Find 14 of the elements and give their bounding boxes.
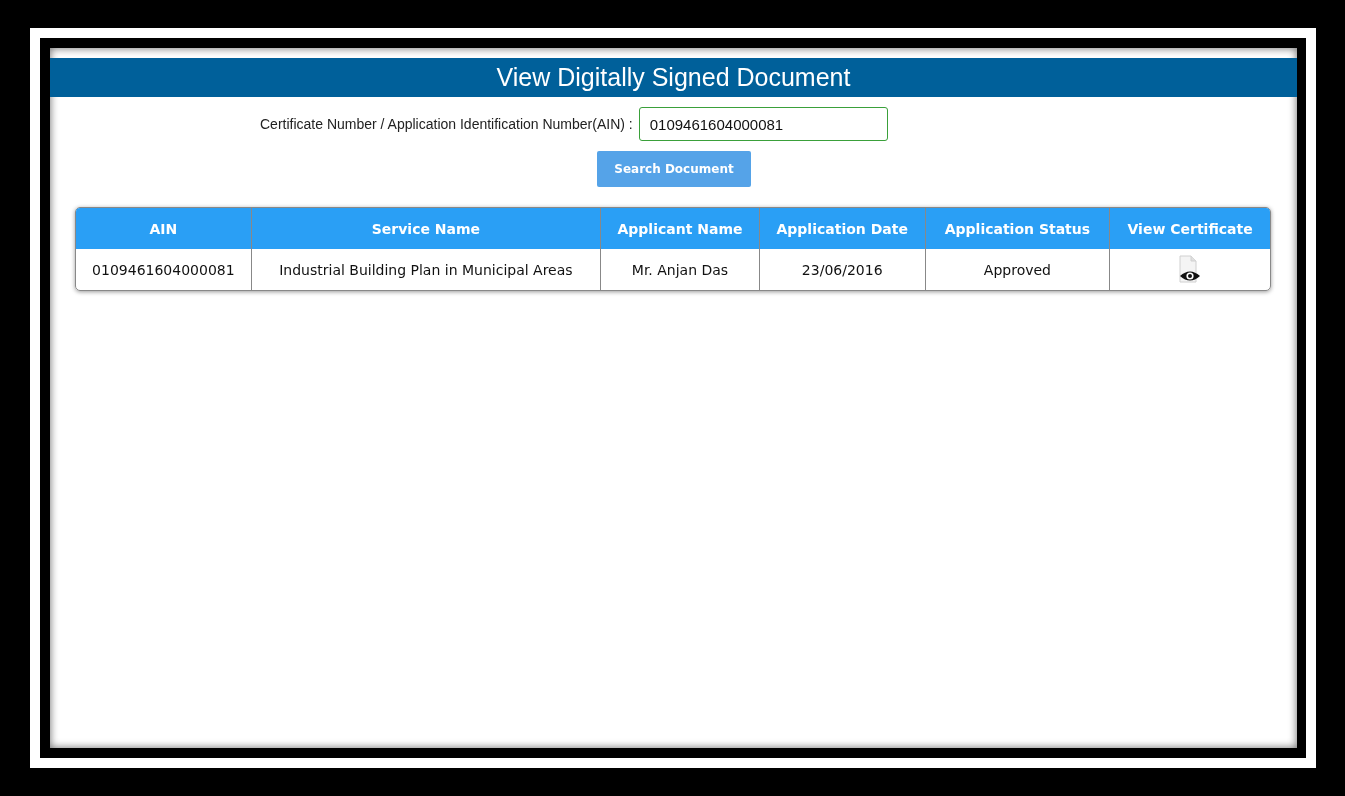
table-cell: Mr. Anjan Das <box>600 249 759 290</box>
field-label: Certificate Number / Application Identification Number(AIN) : <box>260 116 633 132</box>
certificate-number-field[interactable]: 0109461604000081 <box>638 107 888 141</box>
column-header: Service Name <box>250 208 601 249</box>
column-header: Applicant Name <box>600 208 759 249</box>
table-cell: 23/06/2016 <box>758 249 925 290</box>
column-header: Application Status <box>924 208 1110 249</box>
table-cell: Industrial Building Plan in Municipal Areas <box>250 249 601 290</box>
column-header: AIN <box>76 208 251 249</box>
column-header: Application Date <box>758 208 925 249</box>
table-cell: Approved <box>924 249 1110 290</box>
column-header: View Certificate <box>1109 208 1270 249</box>
page-title: View Digitally Signed Document <box>50 58 1297 97</box>
table-cell-text: 0109461604000081 <box>91 260 236 280</box>
